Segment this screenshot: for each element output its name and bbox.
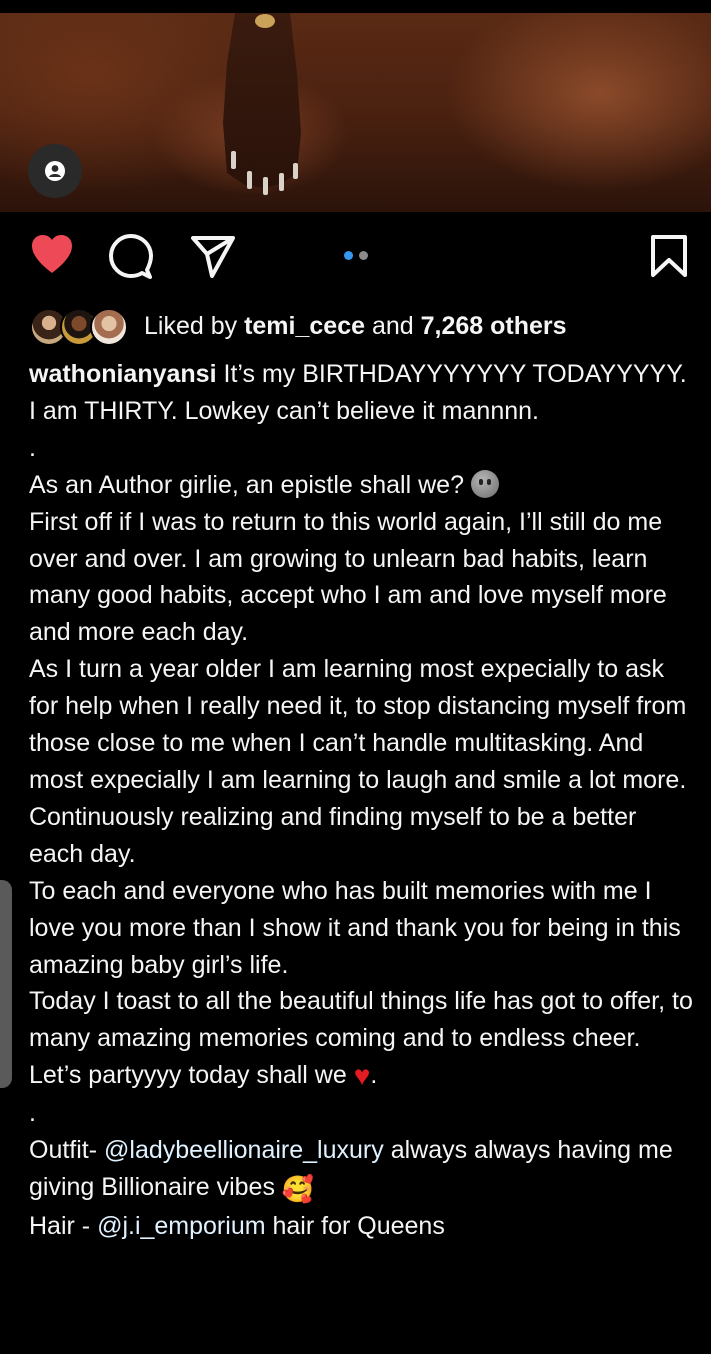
user-tag-button[interactable]	[28, 144, 82, 198]
caption-line: Continuously realizing and finding mysel…	[29, 802, 637, 868]
caption-username[interactable]: wathonianyansi	[29, 360, 217, 388]
top-strip	[0, 0, 711, 13]
caption-line: To each and everyone who has built memor…	[29, 876, 681, 979]
liker-avatars	[30, 306, 130, 346]
post-caption: wathonianyansi It’s my BIRTHDAYYYYYYY TO…	[29, 356, 694, 1245]
smiling-face-hearts-emoji-icon: 🥰	[281, 1173, 315, 1204]
hair-label: Hair -	[29, 1211, 91, 1240]
liked-by-username[interactable]: temi_cece	[244, 312, 365, 340]
caption-line: First off if I was to return to this wor…	[29, 507, 667, 647]
carousel-dot	[359, 251, 368, 260]
heart-icon[interactable]	[28, 232, 76, 276]
caption-line: hair for Queens	[272, 1211, 445, 1240]
side-edge-handle[interactable]	[0, 880, 12, 1088]
caption-line: Today I toast to all the beautiful thing…	[29, 987, 693, 1053]
liked-by-label: Liked by	[144, 311, 238, 340]
caption-period: .	[370, 1061, 378, 1090]
caption-paragraph: As an Author girlie, an epistle shall we…	[29, 467, 694, 504]
post-photo[interactable]	[0, 13, 711, 212]
comment-icon[interactable]	[107, 232, 155, 280]
user-tag-icon	[45, 161, 65, 181]
post-action-bar	[0, 232, 711, 282]
caption-paragraph: Hair - @j.i_emporium hair for Queens	[29, 1208, 694, 1245]
caption-paragraph: Outfit- @ladybeellionaire_luxury always …	[29, 1132, 694, 1208]
likes-row[interactable]: Liked by temi_cece and 7,268 others	[30, 306, 567, 346]
red-heart-emoji-icon: ♥	[353, 1060, 371, 1092]
carousel-indicator	[344, 251, 368, 260]
caption-line: Let’s partyyyy today shall we	[29, 1061, 347, 1090]
and-label: and	[371, 311, 414, 340]
caption-line: As an Author girlie, an epistle shall we…	[29, 470, 464, 499]
caption-separator: .	[29, 433, 36, 462]
caption-separator: .	[29, 1099, 36, 1128]
carousel-dot-active	[344, 251, 353, 260]
hair-mention-link[interactable]: @j.i_emporium	[97, 1212, 265, 1240]
caption-line: As I turn a year older I am learning mos…	[29, 655, 687, 794]
bookmark-icon[interactable]	[649, 234, 689, 278]
hand-illustration	[223, 13, 301, 195]
outfit-mention-link[interactable]: @ladybeellionaire_luxury	[104, 1136, 384, 1164]
send-icon[interactable]	[189, 232, 237, 280]
likes-text: Liked by temi_cece and 7,268 others	[144, 312, 567, 341]
avatar	[90, 308, 128, 346]
outfit-label: Outfit-	[29, 1136, 98, 1165]
caption-paragraph: Let’s partyyyy today shall we ♥.	[29, 1057, 694, 1095]
caption-paragraph: wathonianyansi It’s my BIRTHDAYYYYYYY TO…	[29, 356, 694, 430]
smile-emoji-icon	[470, 469, 499, 498]
likes-count[interactable]: 7,268 others	[421, 312, 567, 340]
